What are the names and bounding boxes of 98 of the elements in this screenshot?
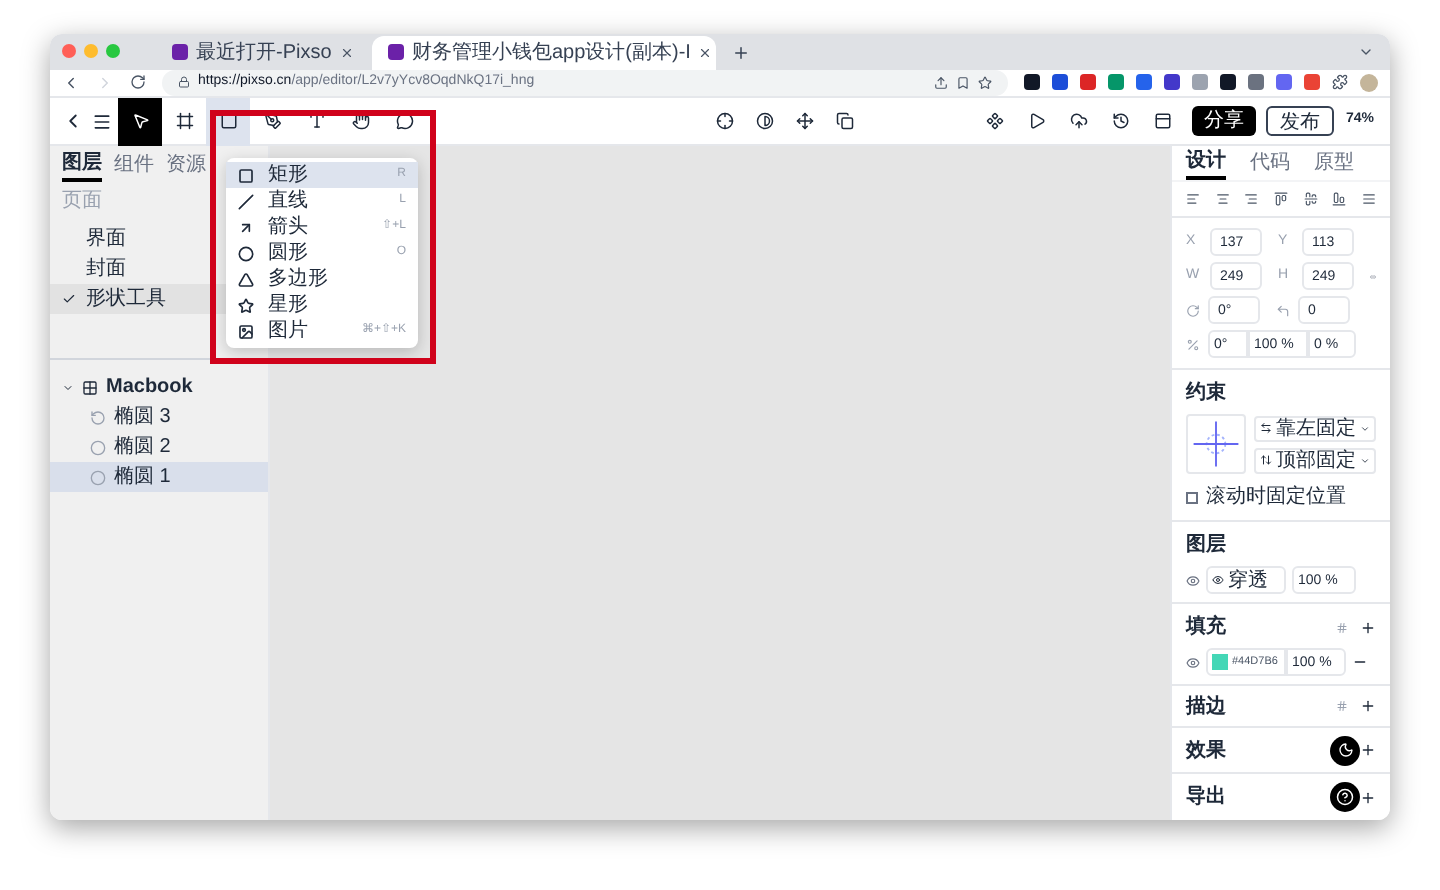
add-icon[interactable] <box>1360 742 1376 758</box>
align-right-icon[interactable] <box>1244 192 1259 206</box>
check-icon <box>62 292 76 306</box>
skew-icon <box>1186 337 1200 351</box>
vertical-arrows-icon <box>1260 454 1272 466</box>
triangle-icon <box>238 271 254 287</box>
circle-icon <box>90 469 106 485</box>
circle-icon <box>238 245 254 261</box>
caret-icon <box>1360 423 1370 433</box>
layout-icon[interactable] <box>1153 112 1172 130</box>
pointer-icon <box>131 112 149 130</box>
crosshair-icon[interactable] <box>716 112 734 130</box>
section-title: 图层 <box>1186 532 1228 560</box>
line-icon <box>238 193 254 209</box>
section-header: 页面 <box>62 188 102 216</box>
pen-icon <box>263 112 281 130</box>
frame-grid-icon <box>82 379 98 395</box>
eye-icon[interactable] <box>1186 655 1200 669</box>
hand-icon <box>351 112 369 130</box>
speech-bubble-icon <box>395 112 413 130</box>
align-middle-icon[interactable] <box>1303 192 1318 206</box>
checkbox[interactable] <box>1186 491 1198 503</box>
star-icon <box>238 297 254 313</box>
star-icon[interactable] <box>978 75 992 90</box>
constraint-diagram[interactable] <box>1186 414 1246 474</box>
align-bottom-icon[interactable] <box>1332 192 1347 206</box>
rotate-icon <box>1186 303 1200 317</box>
component-icon[interactable] <box>985 112 1004 130</box>
align-left-icon[interactable] <box>1186 192 1200 206</box>
contrast-icon[interactable] <box>756 112 774 130</box>
section-title: 导出 <box>1186 783 1228 812</box>
section-title: 约束 <box>1186 379 1228 408</box>
arc-icon <box>90 409 106 425</box>
section-title: 描边 <box>1186 693 1228 721</box>
style-grid-icon[interactable] <box>1336 621 1348 633</box>
square-icon <box>219 112 237 130</box>
app-logo-icon <box>172 44 188 61</box>
panel-tab[interactable]: 图层 <box>62 147 102 181</box>
eye-icon[interactable] <box>1186 573 1200 587</box>
panel-tab[interactable]: 设计 <box>1186 146 1226 180</box>
cloud-upload-icon[interactable] <box>1069 112 1088 130</box>
bookmark-icon[interactable] <box>956 75 970 90</box>
play-icon[interactable] <box>1027 112 1046 130</box>
checkbox-label: 滚动时固定位置 <box>1206 483 1346 512</box>
layer-item[interactable]: 椭圆 2 <box>50 432 268 462</box>
align-center-icon[interactable] <box>1215 192 1230 206</box>
section-title: 效果 <box>1186 737 1228 765</box>
section-title: 填充 <box>1186 612 1228 642</box>
layer-item[interactable]: 椭圆 3 <box>50 402 268 432</box>
blend-mode-dropdown[interactable]: 穿透 <box>1206 566 1286 594</box>
copy-icon[interactable] <box>836 112 854 130</box>
help-button[interactable] <box>1330 782 1360 812</box>
distribute-icon[interactable] <box>1361 192 1376 206</box>
layer-item[interactable]: Macbook <box>50 372 268 402</box>
frame-icon <box>175 112 193 130</box>
browser-tab[interactable]: 最近打开-Pixso <box>156 35 364 70</box>
color-swatch[interactable] <box>1212 654 1228 670</box>
eye-icon <box>1212 574 1224 586</box>
help-icon <box>1336 788 1354 806</box>
panel-tab[interactable]: 组件 <box>114 149 154 179</box>
app-logo-icon <box>388 44 404 61</box>
text-icon <box>307 112 325 130</box>
move-arrows-icon[interactable] <box>796 112 814 130</box>
moon-button[interactable] <box>1330 735 1360 765</box>
add-icon[interactable] <box>1360 789 1376 805</box>
image-icon <box>238 323 254 339</box>
close-icon[interactable] <box>339 45 354 60</box>
publish-button[interactable]: 发布 <box>1265 106 1334 136</box>
corner-radius-icon <box>1276 303 1290 317</box>
arrow-icon <box>238 219 254 235</box>
caret-icon <box>1360 455 1370 465</box>
reload-icon[interactable] <box>130 74 146 91</box>
lock-icon <box>178 76 190 89</box>
back-icon[interactable] <box>62 73 80 92</box>
add-icon[interactable] <box>1360 698 1376 714</box>
vertical-constraint-dropdown[interactable]: 顶部固定 <box>1254 447 1376 473</box>
horizontal-arrows-icon <box>1260 422 1272 434</box>
panel-tab[interactable]: 原型 <box>1314 148 1354 178</box>
add-icon[interactable] <box>1360 619 1376 635</box>
menu-icon[interactable] <box>92 111 112 131</box>
align-top-icon[interactable] <box>1273 192 1288 206</box>
puzzle-icon[interactable] <box>1332 74 1348 91</box>
browser-tab[interactable]: 财务管理小钱包app设计(副本)-I <box>372 35 716 70</box>
layer-item[interactable]: 椭圆 1 <box>50 462 268 492</box>
moon-icon <box>1337 742 1353 758</box>
style-grid-icon[interactable] <box>1336 700 1348 712</box>
history-icon[interactable] <box>1111 112 1130 130</box>
panel-tab[interactable]: 代码 <box>1250 148 1290 178</box>
new-tab-icon[interactable] <box>732 43 750 62</box>
share-button[interactable]: 分享 <box>1191 106 1256 136</box>
caret-icon[interactable] <box>62 381 74 393</box>
panel-tab[interactable]: 资源 <box>166 149 206 179</box>
close-icon[interactable] <box>698 45 713 60</box>
share-page-icon[interactable] <box>934 75 948 90</box>
horizontal-constraint-dropdown[interactable]: 靠左固定 <box>1254 415 1376 441</box>
tool-button[interactable] <box>118 97 162 145</box>
circle-icon <box>90 439 106 455</box>
square-icon <box>238 167 254 183</box>
